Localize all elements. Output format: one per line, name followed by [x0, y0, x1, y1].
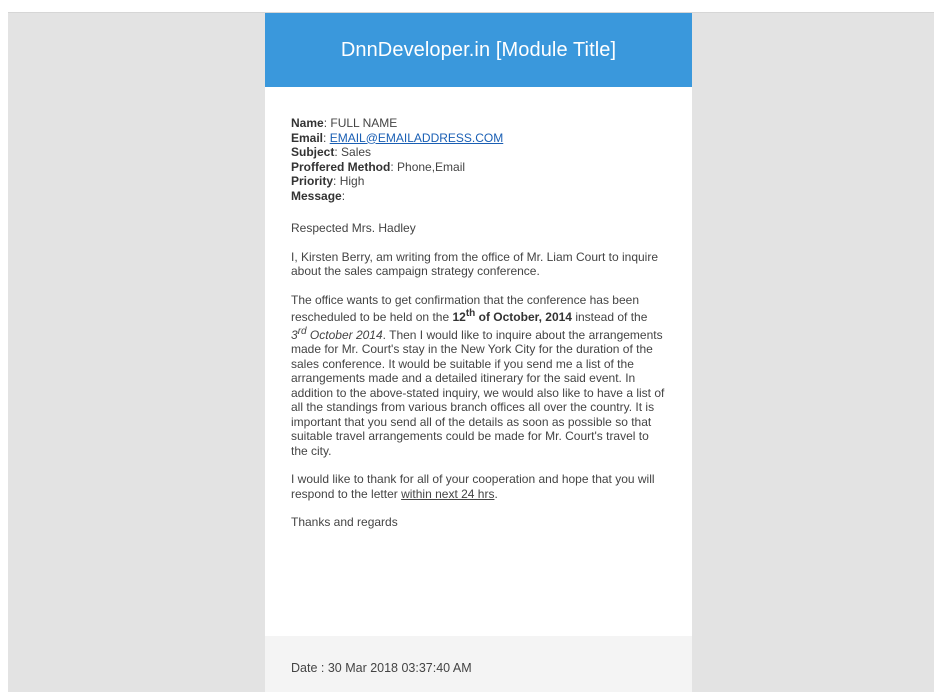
- field-method-value: Phone,Email: [397, 159, 466, 174]
- field-email: Email: EMAIL@EMAILADDRESS.COM: [291, 130, 504, 145]
- letter-closing: Thanks and regards: [291, 515, 398, 529]
- letter-paragraph-2: The office wants to get confirmation tha…: [291, 293, 666, 459]
- old-date: 3rd October 2014: [291, 325, 383, 342]
- field-priority-label: Priority: [291, 174, 334, 188]
- old-date-day: 3: [291, 327, 298, 342]
- email-card: DnnDeveloper.in [Module Title] Name: FUL…: [265, 13, 692, 692]
- para3-end: .: [494, 486, 498, 501]
- field-message-label: Message: [291, 188, 342, 203]
- field-subject-label: Subject: [291, 145, 335, 159]
- email-link[interactable]: EMAIL@EMAILADDRESS.COM: [330, 131, 504, 145]
- field-method: Proffered Method: Phone,Email: [291, 159, 466, 174]
- new-date: 12th of October, 2014: [452, 308, 572, 324]
- old-date-suffix: rd: [297, 325, 307, 337]
- email-body: Name: FULL NAME Email: EMAIL@EMAILADDRES…: [265, 87, 692, 530]
- module-header: DnnDeveloper.in [Module Title]: [265, 13, 692, 87]
- email-preview-frame: DnnDeveloper.in [Module Title] Name: FUL…: [8, 12, 934, 692]
- field-message: Message:: [291, 188, 346, 203]
- new-date-day: 12: [452, 310, 466, 324]
- new-date-suffix: th: [465, 308, 476, 319]
- old-date-rest: October 2014: [306, 327, 383, 342]
- email-footer: Date : 30 Mar 2018 03:37:40 AM: [265, 636, 692, 692]
- field-method-label: Proffered Method: [291, 159, 391, 174]
- new-date-rest: of October, 2014: [475, 310, 572, 324]
- para2-text-c: . Then I would like to inquire about the…: [291, 327, 665, 458]
- field-subject: Subject: Sales: [291, 145, 372, 159]
- deadline-text: within next 24 hrs: [401, 486, 495, 501]
- field-subject-value: Sales: [341, 145, 372, 159]
- letter-paragraph-3: I would like to thank for all of your co…: [291, 472, 666, 501]
- field-name-label: Name: [291, 116, 324, 130]
- module-title: DnnDeveloper.in [Module Title]: [340, 38, 617, 61]
- field-priority-value: High: [339, 174, 365, 188]
- date-text: Date : 30 Mar 2018 03:37:40 AM: [291, 661, 472, 675]
- para2-text-b: instead of the: [571, 310, 648, 324]
- field-name-value: FULL NAME: [330, 116, 398, 130]
- field-name: Name: FULL NAME: [291, 116, 398, 130]
- field-priority: Priority: High: [291, 174, 365, 188]
- letter-greeting: Respected Mrs. Hadley: [291, 221, 416, 235]
- letter-paragraph-1: I, Kirsten Berry, am writing from the of…: [291, 249, 659, 279]
- field-email-label: Email: [291, 130, 324, 145]
